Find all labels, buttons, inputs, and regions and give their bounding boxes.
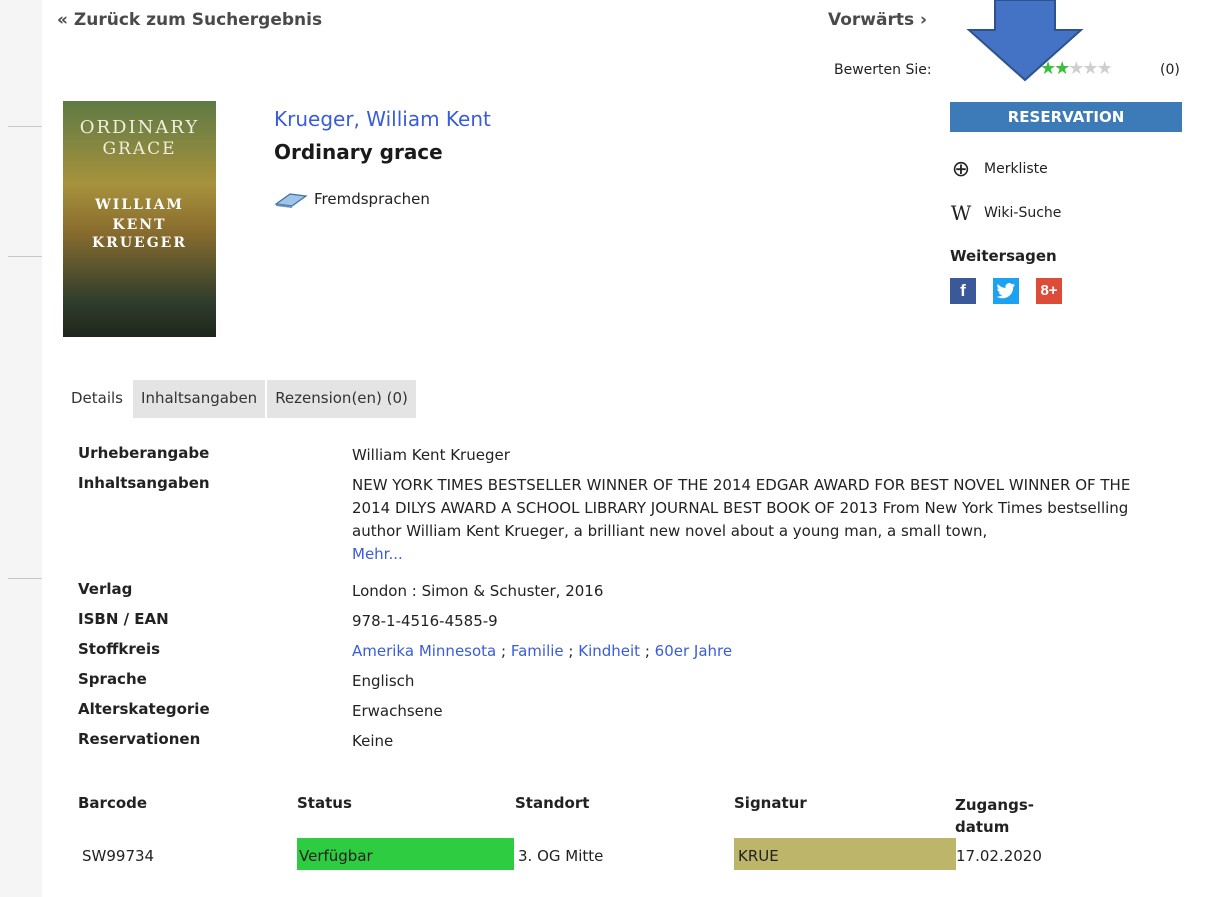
sprache-value: Englisch	[352, 672, 415, 690]
share-heading: Weitersagen	[950, 247, 1057, 265]
sidebar-divider	[8, 578, 42, 579]
holding-standort: 3. OG Mitte	[518, 847, 604, 865]
holdings-header-signatur: Signatur	[734, 794, 807, 812]
holding-signatur: KRUE	[734, 838, 956, 870]
plus-circle-icon: ⊕	[951, 156, 971, 182]
zugang-header-line: datum	[955, 818, 1010, 836]
holdings-header-standort: Standort	[515, 794, 590, 812]
book-title: Ordinary grace	[274, 140, 443, 164]
star-empty-icon[interactable]: ★	[1082, 58, 1098, 79]
detail-label: ISBN / EAN	[78, 610, 169, 628]
star-empty-icon[interactable]: ★	[1097, 58, 1113, 79]
holdings-header-barcode: Barcode	[78, 794, 148, 812]
holdings-header-zugangsdatum: Zugangs- datum	[955, 794, 1034, 838]
detail-label: Urheberangabe	[78, 444, 210, 462]
reservationen-value: Keine	[352, 732, 394, 750]
mehr-link[interactable]: Mehr...	[352, 545, 403, 563]
stoffkreis-link[interactable]: 60er Jahre	[655, 642, 732, 660]
twitter-bird-glyph	[996, 283, 1015, 299]
twitter-icon[interactable]	[993, 278, 1019, 304]
inhalt-summary: NEW YORK TIMES BESTSELLER WINNER OF THE …	[352, 476, 1131, 540]
holdings-header-status: Status	[297, 794, 352, 812]
inhalt-text: NEW YORK TIMES BESTSELLER WINNER OF THE …	[352, 474, 1158, 566]
rating-count: (0)	[1160, 62, 1180, 78]
forward-link[interactable]: Vorwärts ›	[828, 10, 927, 30]
star-empty-icon[interactable]: ★	[1068, 58, 1084, 79]
book-cover-image: ORDINARY GRACE WILLIAM KENT KRUEGER	[63, 101, 216, 337]
star-filled-icon[interactable]: ★	[1040, 58, 1056, 79]
zugang-header-line: Zugangs-	[955, 796, 1034, 814]
wiki-label: Wiki-Suche	[984, 205, 1062, 221]
holding-status-badge: Verfügbar	[297, 838, 514, 870]
detail-label: Reservationen	[78, 730, 201, 748]
detail-label: Alterskategorie	[78, 700, 210, 718]
alter-value: Erwachsene	[352, 702, 443, 720]
sidebar-divider	[8, 126, 42, 127]
star-filled-icon[interactable]: ★	[1054, 58, 1070, 79]
wiki-search-action[interactable]: W Wiki-Suche	[950, 201, 1062, 225]
holding-barcode: SW99734	[82, 847, 155, 865]
merkliste-action[interactable]: ⊕ Merkliste	[950, 156, 1048, 182]
google-plus-icon[interactable]: 8+	[1036, 278, 1062, 304]
author-link[interactable]: Krueger, William Kent	[274, 107, 491, 131]
wikipedia-icon: W	[950, 201, 972, 225]
stoffkreis-link[interactable]: Kindheit	[578, 642, 640, 660]
stoffkreis-link[interactable]: Familie	[511, 642, 564, 660]
facebook-icon[interactable]: f	[950, 278, 976, 304]
cover-author-line: KENT	[112, 217, 167, 233]
reservation-button[interactable]: RESERVATION	[950, 102, 1182, 132]
urheber-link[interactable]: William Kent Krueger	[352, 444, 1152, 467]
detail-tabs: Details Inhaltsangaben Rezension(en) (0)	[63, 380, 418, 418]
cover-author-line: WILLIAM	[95, 197, 184, 213]
book-icon	[274, 193, 308, 208]
detail-label: Verlag	[78, 580, 133, 598]
detail-label: Sprache	[78, 670, 147, 688]
detail-label: Inhaltsangaben	[78, 474, 210, 492]
tab-inhaltsangaben[interactable]: Inhaltsangaben	[133, 380, 266, 418]
cover-title-line: ORDINARY	[79, 117, 200, 138]
detail-label: Stoffkreis	[78, 640, 161, 658]
verlag-value: London : Simon & Schuster, 2016	[352, 582, 604, 600]
stoffkreis-link[interactable]: Amerika Minnesota	[352, 642, 496, 660]
merkliste-label: Merkliste	[984, 161, 1048, 177]
cover-title-line: GRACE	[102, 139, 177, 159]
holding-zugangsdatum: 17.02.2020	[956, 847, 1042, 865]
left-sidebar	[0, 0, 42, 897]
sidebar-divider	[8, 256, 42, 257]
tab-rezensionen[interactable]: Rezension(en) (0)	[267, 380, 416, 418]
isbn-value: 978-1-4516-4585-9	[352, 612, 498, 630]
back-to-results-link[interactable]: « Zurück zum Suchergebnis	[57, 10, 322, 30]
star-rating[interactable]: ★★★★★	[1040, 58, 1113, 79]
stoffkreis-values: Amerika Minnesota ; Familie ; Kindheit ;…	[352, 642, 733, 660]
genre-text: Fremdsprachen	[314, 190, 430, 208]
cover-author-line: KRUEGER	[92, 235, 187, 251]
genre-label: Fremdsprachen	[274, 190, 430, 208]
rating-label: Bewerten Sie:	[834, 62, 932, 78]
tab-details[interactable]: Details	[63, 380, 132, 418]
